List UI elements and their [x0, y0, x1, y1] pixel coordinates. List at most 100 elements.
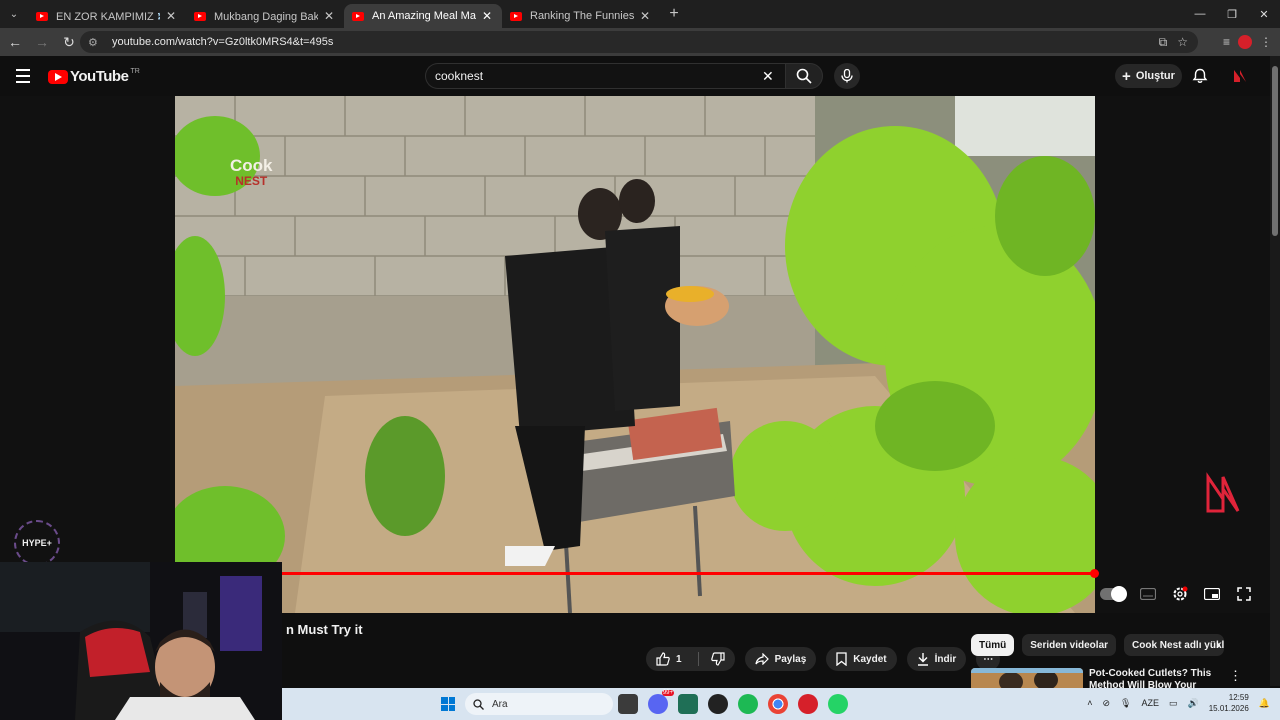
youtube-favicon-icon [352, 11, 364, 21]
channel-logo-overlay-icon [1206, 472, 1240, 513]
like-button[interactable]: 1 [646, 647, 735, 671]
scrollbar-thumb[interactable] [1272, 66, 1278, 236]
taskbar-search-placeholder: Ara [492, 698, 508, 710]
webcam-scene-image [0, 562, 282, 720]
bookmark-star-icon[interactable]: ☆ [1177, 35, 1188, 50]
tab-title: EN ZOR KAMPIMIZ ❄️ KAR FIR [56, 10, 160, 23]
browser-tab-1[interactable]: EN ZOR KAMPIMIZ ❄️ KAR FIR ✕ [28, 4, 186, 28]
create-button[interactable]: + Oluştur [1115, 64, 1182, 88]
clock[interactable]: 12:59 15.01.2026 [1209, 692, 1249, 714]
back-button[interactable]: ← [3, 34, 27, 50]
chip-all[interactable]: Tümü [971, 634, 1015, 656]
close-window-button[interactable]: ✕ [1248, 0, 1280, 28]
notification-bell-icon[interactable]: 🔔 [1259, 698, 1270, 709]
chip-channel-uploads[interactable]: Cook Nest adlı yükley [1124, 634, 1225, 656]
recommendation-thumbnail[interactable] [971, 668, 1083, 688]
video-title: n Must Try it [286, 622, 363, 637]
taskbar-search[interactable]: Ara [465, 693, 613, 715]
browser-toolbar: ← → ↻ ⚙ youtube.com/watch?v=Gz0ltk0MRS4&… [0, 28, 1280, 56]
restore-button[interactable]: ❐ [1216, 0, 1248, 28]
tab-title: Ranking The Funniest Parrot M [530, 10, 634, 22]
chevron-right-icon[interactable]: › [1216, 636, 1221, 652]
menu-icon[interactable] [16, 69, 30, 87]
media-control-icon[interactable]: ≡ [1223, 35, 1230, 49]
profile-avatar[interactable] [1238, 35, 1252, 49]
video-frame[interactable]: Cook NEST [175, 96, 1095, 613]
thumbs-up-icon [656, 652, 670, 666]
clear-search-icon[interactable]: ✕ [762, 68, 774, 85]
settings-gear-icon[interactable] [1170, 584, 1190, 604]
chevron-up-icon[interactable]: ˄ [1087, 698, 1092, 708]
watermark-top-text: Cook [230, 156, 273, 175]
logo-text: YouTube [70, 68, 129, 85]
notifications-bell-icon[interactable] [1192, 68, 1208, 84]
chip-series-videos[interactable]: Seriden videolar [1022, 634, 1117, 656]
search-icon [796, 68, 812, 84]
windows-start-icon[interactable] [441, 697, 455, 711]
youtube-logo[interactable]: YouTube TR [48, 68, 140, 85]
network-off-icon[interactable]: ⊘ [1103, 698, 1111, 709]
progress-scrubber[interactable] [1090, 569, 1099, 578]
search-input[interactable]: cooknest [425, 63, 785, 89]
recommendation-chips: Tümü Seriden videolar Cook Nest adlı yük… [971, 634, 1225, 656]
search-icon [473, 698, 484, 710]
miniplayer-icon[interactable] [1202, 584, 1222, 604]
thumbs-down-icon[interactable] [710, 652, 725, 666]
volume-icon[interactable]: 🔊 [1188, 698, 1199, 709]
like-count: 1 [676, 653, 682, 665]
address-bar[interactable]: ⚙ youtube.com/watch?v=Gz0ltk0MRS4&t=495s… [80, 31, 1198, 53]
display-icon[interactable]: ▭ [1169, 698, 1178, 709]
voice-search-button[interactable] [834, 63, 860, 89]
share-button[interactable]: Paylaş [744, 647, 817, 671]
tab-search-button[interactable]: ⌄ [0, 0, 28, 28]
close-icon[interactable]: ✕ [322, 9, 336, 23]
video-actions: 1 Paylaş Kaydet İndir ⋯ [646, 647, 1001, 671]
minimize-button[interactable]: — [1184, 0, 1216, 28]
whatsapp-icon[interactable] [828, 694, 848, 714]
download-label: İndir [934, 653, 957, 665]
close-icon[interactable]: ✕ [480, 9, 494, 23]
close-icon[interactable]: ✕ [638, 9, 652, 23]
hype-button[interactable]: HYPE+ [14, 520, 60, 566]
account-avatar[interactable] [1232, 68, 1248, 84]
subtitles-icon[interactable] [1138, 584, 1158, 604]
install-app-icon[interactable]: ⧉ [1159, 35, 1168, 50]
recommendation-title[interactable]: Pot-Cooked Cutlets? This Method Will Blo… [1089, 668, 1219, 690]
close-icon[interactable]: ✕ [164, 9, 178, 23]
clock-time: 12:59 [1228, 693, 1249, 702]
page-scrollbar[interactable] [1270, 56, 1280, 686]
video-progress-bar[interactable] [282, 572, 1095, 575]
search-button[interactable] [785, 63, 823, 89]
language-indicator[interactable]: AZE [1141, 698, 1159, 708]
task-view-icon[interactable] [618, 694, 638, 714]
fullscreen-icon[interactable] [1234, 584, 1254, 604]
chrome-icon[interactable] [768, 694, 788, 714]
browser-tab-2[interactable]: Mukbang Daging Bakar 😋 - Yo ✕ [186, 4, 344, 28]
microphone-icon[interactable]: 🎙 [1120, 698, 1131, 709]
autoplay-toggle[interactable] [1100, 586, 1127, 602]
chat-app-icon[interactable] [678, 694, 698, 714]
more-vertical-icon[interactable]: ⋮ [1229, 668, 1242, 684]
youtube-favicon-icon [510, 11, 522, 21]
watermark-bottom-text: NEST [235, 174, 268, 188]
opera-icon[interactable] [798, 694, 818, 714]
new-tab-button[interactable]: + [660, 5, 688, 23]
site-info-icon[interactable]: ⚙ [88, 36, 104, 49]
search-value: cooknest [435, 69, 484, 83]
save-button[interactable]: Kaydet [826, 647, 897, 671]
window-controls: — ❐ ✕ [1184, 0, 1280, 28]
browser-menu-icon[interactable]: ⋮ [1260, 35, 1272, 49]
plus-icon: + [1122, 67, 1131, 85]
tab-title: Mukbang Daging Bakar 😋 - Yo [214, 10, 318, 23]
discord-icon[interactable]: 99+ [648, 690, 674, 714]
reload-button[interactable]: ↻ [57, 34, 81, 51]
url-text: youtube.com/watch?v=Gz0ltk0MRS4&t=495s [112, 36, 334, 48]
browser-tab-3[interactable]: An Amazing Meal Made Wi ✕ [344, 4, 502, 28]
video-player[interactable]: Cook NEST HYPE+ [0, 96, 1270, 613]
browser-tab-4[interactable]: Ranking The Funniest Parrot M ✕ [502, 4, 660, 28]
youtube-favicon-icon [36, 11, 48, 21]
github-icon[interactable] [708, 694, 728, 714]
spotify-icon[interactable] [738, 694, 758, 714]
forward-button[interactable]: → [30, 34, 54, 50]
download-button[interactable]: İndir [906, 647, 967, 671]
